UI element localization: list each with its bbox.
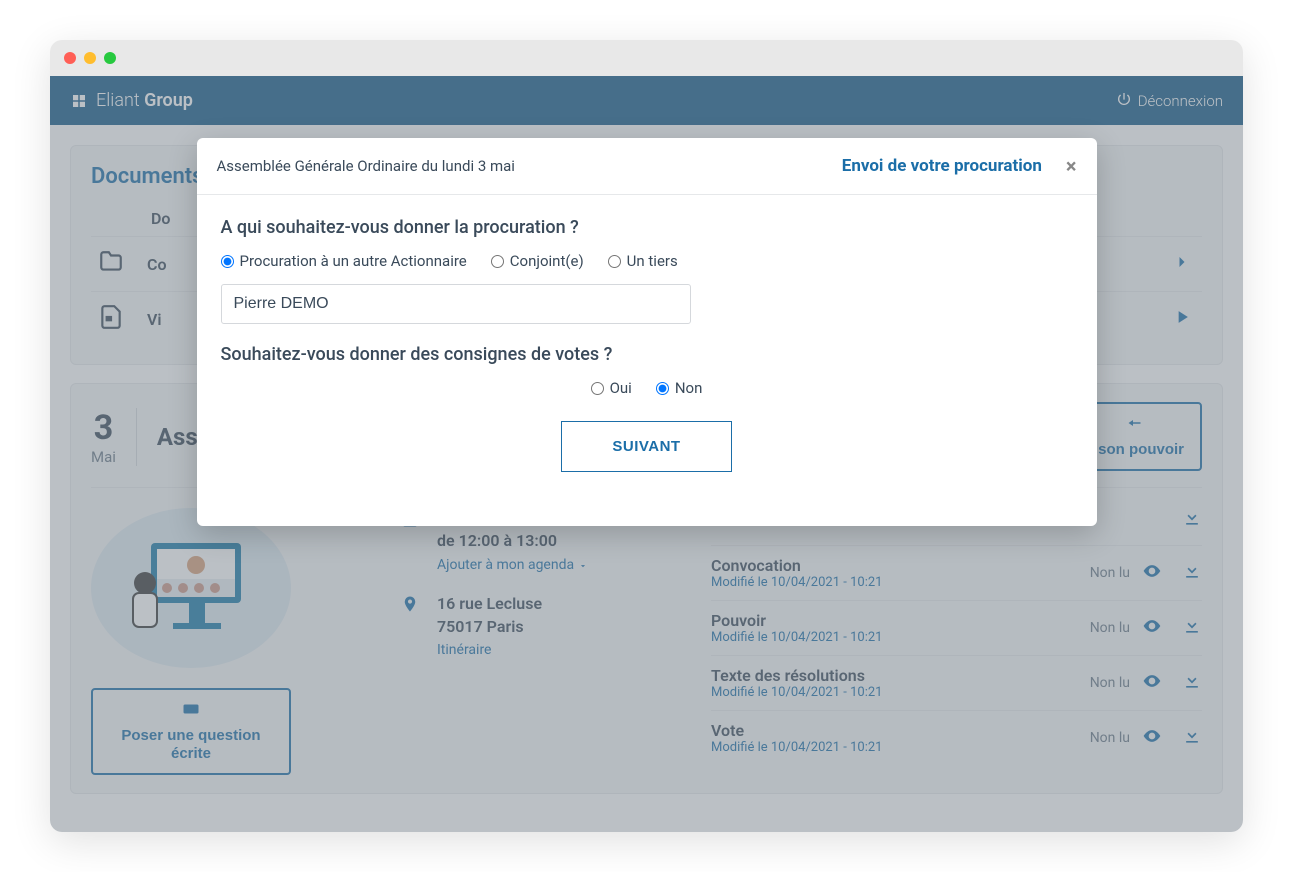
- window-close-dot[interactable]: [64, 52, 76, 64]
- modal-close-icon[interactable]: ×: [1066, 154, 1077, 178]
- proxy-recipient-radios: Procuration à un autre Actionnaire Conjo…: [221, 252, 1073, 270]
- procuration-modal: Assemblée Générale Ordinaire du lundi 3 …: [197, 138, 1097, 526]
- modal-title: Envoi de votre procuration: [842, 156, 1042, 176]
- radio-non[interactable]: Non: [656, 379, 703, 397]
- recipient-name-input[interactable]: [221, 284, 691, 324]
- window-max-dot[interactable]: [104, 52, 116, 64]
- radio-tiers[interactable]: Un tiers: [608, 252, 678, 270]
- radio-oui-input[interactable]: [591, 382, 604, 395]
- modal-header: Assemblée Générale Ordinaire du lundi 3 …: [197, 138, 1097, 195]
- radio-conjoint-input[interactable]: [491, 255, 504, 268]
- browser-window: Eliant Group Déconnexion Documents p Do …: [50, 40, 1243, 832]
- radio-actionnaire[interactable]: Procuration à un autre Actionnaire: [221, 252, 467, 270]
- radio-conjoint[interactable]: Conjoint(e): [491, 252, 584, 270]
- modal-question-2: Souhaitez-vous donner des consignes de v…: [221, 344, 1073, 365]
- modal-subtitle: Assemblée Générale Ordinaire du lundi 3 …: [217, 157, 515, 175]
- vote-instruction-radios: Oui Non: [221, 379, 1073, 397]
- radio-oui[interactable]: Oui: [591, 379, 632, 397]
- radio-non-input[interactable]: [656, 382, 669, 395]
- modal-question-1: A qui souhaitez-vous donner la procurati…: [221, 217, 1073, 238]
- modal-footer: SUIVANT: [221, 421, 1073, 504]
- modal-body: A qui souhaitez-vous donner la procurati…: [197, 195, 1097, 526]
- radio-actionnaire-input[interactable]: [221, 255, 234, 268]
- radio-tiers-input[interactable]: [608, 255, 621, 268]
- next-button[interactable]: SUIVANT: [561, 421, 731, 472]
- window-min-dot[interactable]: [84, 52, 96, 64]
- window-titlebar: [50, 40, 1243, 76]
- app-root: Eliant Group Déconnexion Documents p Do …: [50, 76, 1243, 832]
